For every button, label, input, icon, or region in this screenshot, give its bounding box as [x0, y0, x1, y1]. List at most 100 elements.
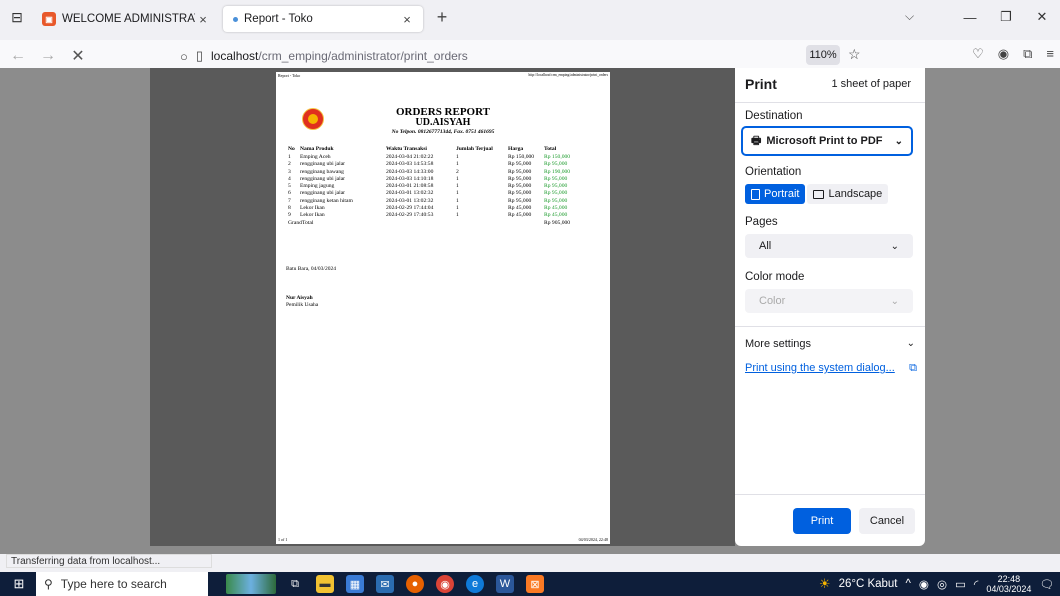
tab-list-icon[interactable]: ⊟	[0, 0, 34, 34]
bookmark-star-icon[interactable]: ☆	[848, 46, 861, 63]
notifications-icon[interactable]: 🗨	[1039, 577, 1054, 591]
weather-icon[interactable]: ☀	[819, 576, 831, 592]
tab-report-toko[interactable]: Report - Toko ×	[223, 6, 423, 32]
total: Rp 95,000	[544, 190, 568, 197]
menu-icon[interactable]: ≡	[1046, 46, 1054, 62]
quantity-sold: 1	[456, 161, 459, 168]
pages-label: Pages	[745, 216, 778, 228]
back-icon[interactable]: ←	[6, 47, 30, 65]
destination-select[interactable]: 🖶 Microsoft Print to PDF ⌄	[741, 126, 913, 156]
color-mode-select[interactable]: Color ⌄	[745, 289, 913, 313]
minimize-icon[interactable]: —	[952, 10, 988, 25]
transaction-time: 2024-03-03 14:10:18	[386, 175, 434, 182]
quantity-sold: 1	[456, 197, 459, 204]
print-button[interactable]: Print	[793, 508, 851, 534]
chevron-down-icon: ⌄	[890, 240, 899, 252]
network-icon[interactable]: ◎	[937, 577, 947, 591]
extensions-icon[interactable]: ⧉	[1023, 46, 1032, 62]
row-no: 1	[288, 154, 291, 160]
report-place-date: Batu Bara, 04/03/2024	[286, 266, 336, 272]
transaction-time: 2024-02-29 17:44:04	[386, 205, 434, 212]
edge-icon[interactable]: e	[466, 575, 484, 593]
signer-title: Pemilik Usaha	[286, 302, 319, 308]
shield-icon[interactable]: ○	[180, 49, 188, 64]
quantity-sold: 1	[456, 205, 459, 212]
site-favicon-icon: ▣	[42, 12, 56, 26]
pocket-icon[interactable]: ♡	[972, 46, 984, 62]
orientation-label: Orientation	[745, 166, 802, 178]
search-highlight-image[interactable]	[226, 574, 276, 594]
portrait-button[interactable]: Portrait	[745, 184, 806, 204]
destination-value: Microsoft Print to PDF	[766, 135, 883, 147]
row-no: 4	[288, 175, 291, 182]
chrome-icon[interactable]: ◉	[436, 575, 454, 593]
close-tab-icon[interactable]: ×	[399, 12, 415, 27]
destination-label: Destination	[745, 110, 803, 122]
column-header: Total	[544, 146, 557, 152]
system-tray: ☀ 26°C Kabut ^ ◉ ◎ ▭ ◜ 22:48 04/03/2024 …	[819, 572, 1054, 596]
restore-icon[interactable]: ❐	[988, 9, 1024, 25]
file-explorer-icon[interactable]: ▬	[316, 575, 334, 593]
task-view-icon[interactable]: ⧉	[286, 575, 304, 593]
total: Rp 45,000	[544, 212, 568, 219]
account-icon[interactable]: ◉	[998, 46, 1009, 62]
portrait-label: Portrait	[764, 188, 800, 200]
total: Rp 190,000	[544, 168, 571, 175]
tab-welcome-administrator[interactable]: ▣ WELCOME ADMINISTRATOR ×	[34, 6, 219, 32]
mail-icon[interactable]: ✉	[376, 575, 394, 593]
total: Rp 95,000	[544, 175, 568, 182]
pages-select[interactable]: All ⌄	[745, 234, 913, 258]
list-all-tabs-icon[interactable]: ⌵	[905, 9, 914, 24]
zoom-level-badge[interactable]: 110%	[806, 45, 840, 65]
battery-icon[interactable]: ▭	[955, 577, 966, 591]
loading-dot-icon	[233, 16, 238, 22]
close-window-icon[interactable]: ✕	[1024, 9, 1060, 25]
firefox-icon[interactable]: ●	[406, 575, 424, 593]
total: Rp 95,000	[544, 161, 568, 168]
weather-text[interactable]: 26°C Kabut	[839, 578, 898, 590]
url-path: /crm_emping/administrator/print_orders	[258, 49, 468, 63]
address-bar[interactable]: ○ ▯ localhost/crm_emping/administrator/p…	[180, 44, 880, 68]
search-placeholder: Type here to search	[60, 577, 167, 591]
sheet-count: 1 sheet of paper	[831, 78, 911, 90]
signer-name: Nur Aisyah	[286, 295, 313, 301]
color-mode-value: Color	[759, 295, 786, 307]
close-tab-icon[interactable]: ×	[195, 12, 211, 27]
tab-bar: ⊟ ▣ WELCOME ADMINISTRATOR × Report - Tok…	[0, 0, 1060, 34]
page-header-url: http://localhost/crm_emping/administrato…	[528, 73, 608, 77]
product-name: Lekor Ikan	[300, 205, 325, 212]
word-icon[interactable]: W	[496, 575, 514, 593]
windows-start-icon[interactable]: ⊞	[6, 576, 32, 592]
color-mode-label: Color mode	[745, 271, 805, 283]
show-hidden-icons-icon[interactable]: ^	[906, 578, 911, 590]
row-no: 8	[288, 205, 291, 212]
page-footer-count: 1 of 1	[278, 537, 288, 542]
quantity-sold: 1	[456, 212, 459, 219]
page-icon[interactable]: ▯	[196, 48, 203, 64]
cancel-button[interactable]: Cancel	[859, 508, 915, 534]
more-settings-toggle[interactable]: More settings ⌄	[745, 338, 915, 350]
product-name: rengginang ubi jalar	[300, 175, 346, 182]
print-settings-panel: Print 1 sheet of paper Destination 🖶 Mic…	[735, 68, 925, 546]
new-tab-button[interactable]: +	[427, 7, 457, 28]
status-bar: Transferring data from localhost...	[6, 554, 212, 568]
store-icon[interactable]: ▦	[346, 575, 364, 593]
orientation-toggle: Portrait Landscape	[745, 184, 889, 204]
tab-title: WELCOME ADMINISTRATOR	[62, 13, 195, 25]
record-icon[interactable]: ◉	[919, 577, 929, 591]
system-dialog-link[interactable]: Print using the system dialog... ⧉	[745, 362, 917, 375]
taskbar-clock[interactable]: 22:48 04/03/2024	[986, 574, 1031, 594]
table-row: 9 Lekor Ikan 2024-02-29 17:40:53 1 Rp 45,000…	[286, 212, 578, 219]
xampp-icon[interactable]: ⊠	[526, 575, 544, 593]
taskbar-search[interactable]: ⚲ Type here to search	[36, 572, 208, 596]
tab-title: Report - Toko	[244, 13, 313, 25]
wifi-icon[interactable]: ◜	[974, 577, 978, 591]
stop-loading-icon[interactable]: ✕	[66, 46, 90, 66]
landscape-button[interactable]: Landscape	[807, 184, 889, 204]
forward-icon[interactable]: →	[36, 47, 60, 65]
more-settings-label: More settings	[745, 338, 812, 350]
product-name: rengginang ubi jalar	[300, 190, 346, 197]
grand-total-row: GrandTotal Rp 905,000	[286, 220, 578, 227]
divider	[735, 326, 925, 327]
price: Rp 95,000	[508, 190, 532, 197]
